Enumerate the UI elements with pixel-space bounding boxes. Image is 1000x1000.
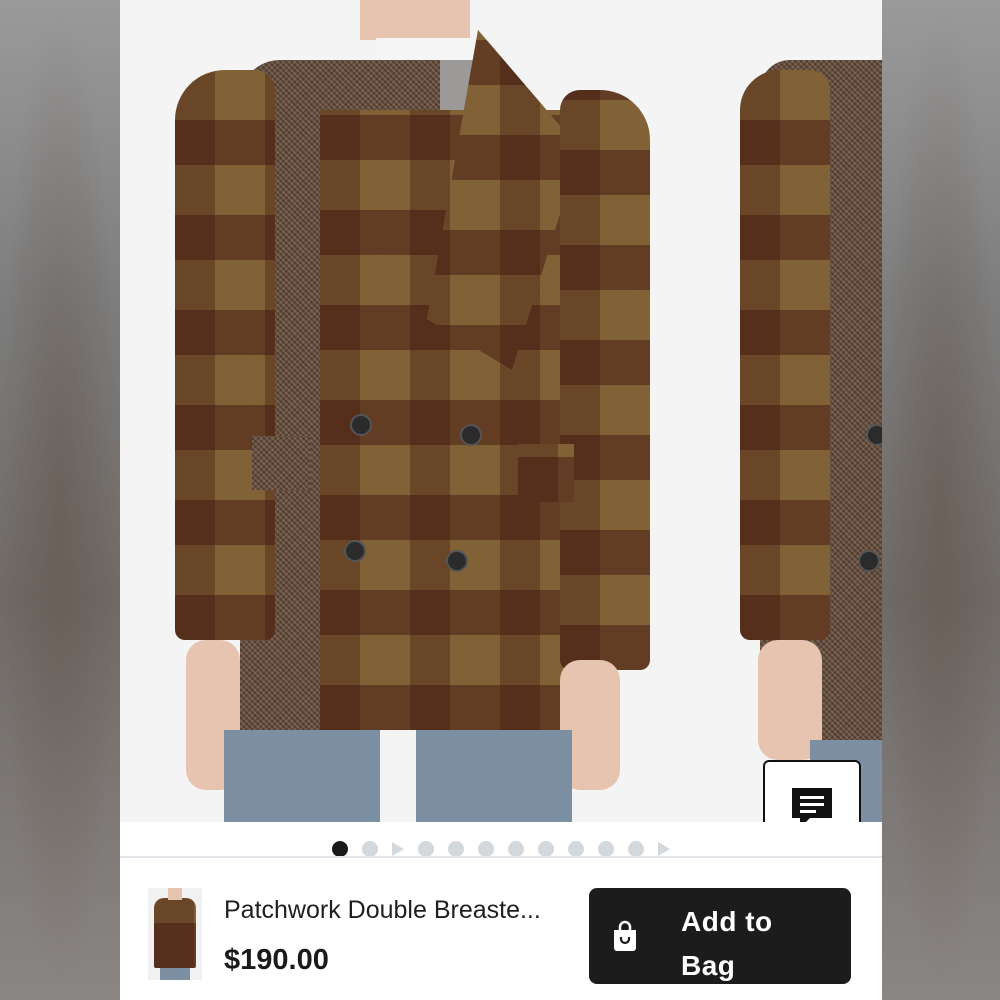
thumbnail-jeans [160,968,190,980]
product-page: Patchwork Double Breaste... $190.00 Add … [120,0,882,1000]
blurred-background-left [0,0,120,1000]
product-price: $190.00 [224,944,329,976]
carousel-video-indicator[interactable] [658,842,670,856]
chat-bubble-icon [792,788,832,822]
product-image-carousel[interactable] [120,0,882,822]
carousel-dot[interactable] [418,841,434,857]
carousel-dot[interactable] [478,841,494,857]
model-jeans-left [224,730,380,822]
model-neck [360,0,470,40]
coat-button [460,424,482,446]
coat-button [344,540,366,562]
add-to-bag-label: Add to Bag [681,906,773,981]
carousel-dot[interactable] [628,841,644,857]
add-to-bag-button[interactable]: Add to Bag [589,888,851,984]
coat-button [446,550,468,572]
thumbnail-neck [168,888,182,900]
carousel-dot[interactable] [598,841,614,857]
coat-left-pocket [252,436,310,490]
carousel-dot[interactable] [362,841,378,857]
coat-right-sleeve [560,90,650,670]
carousel-dot[interactable] [508,841,524,857]
carousel-video-indicator[interactable] [392,842,404,856]
coat-button [858,550,880,572]
blurred-background-right [882,0,1000,1000]
sticky-add-to-bag-bar: Patchwork Double Breaste... $190.00 Add … [120,858,882,1000]
coat-left-sleeve [175,70,275,640]
carousel-dot[interactable] [568,841,584,857]
chat-button[interactable] [763,760,861,822]
product-name: Patchwork Double Breaste... [224,896,541,924]
shopping-bag-icon [614,920,636,951]
product-thumbnail[interactable] [148,888,202,980]
coat-right-pocket [518,444,574,502]
product-image-main[interactable] [120,0,700,822]
coat-button [866,424,882,446]
carousel-dot-active[interactable] [332,841,348,857]
product-image-next[interactable] [710,0,882,822]
model-jeans-right [416,730,572,822]
carousel-dot[interactable] [538,841,554,857]
coat-button [350,414,372,436]
coat-side-sleeve [740,70,830,640]
thumbnail-coat [154,898,196,968]
carousel-dot[interactable] [448,841,464,857]
